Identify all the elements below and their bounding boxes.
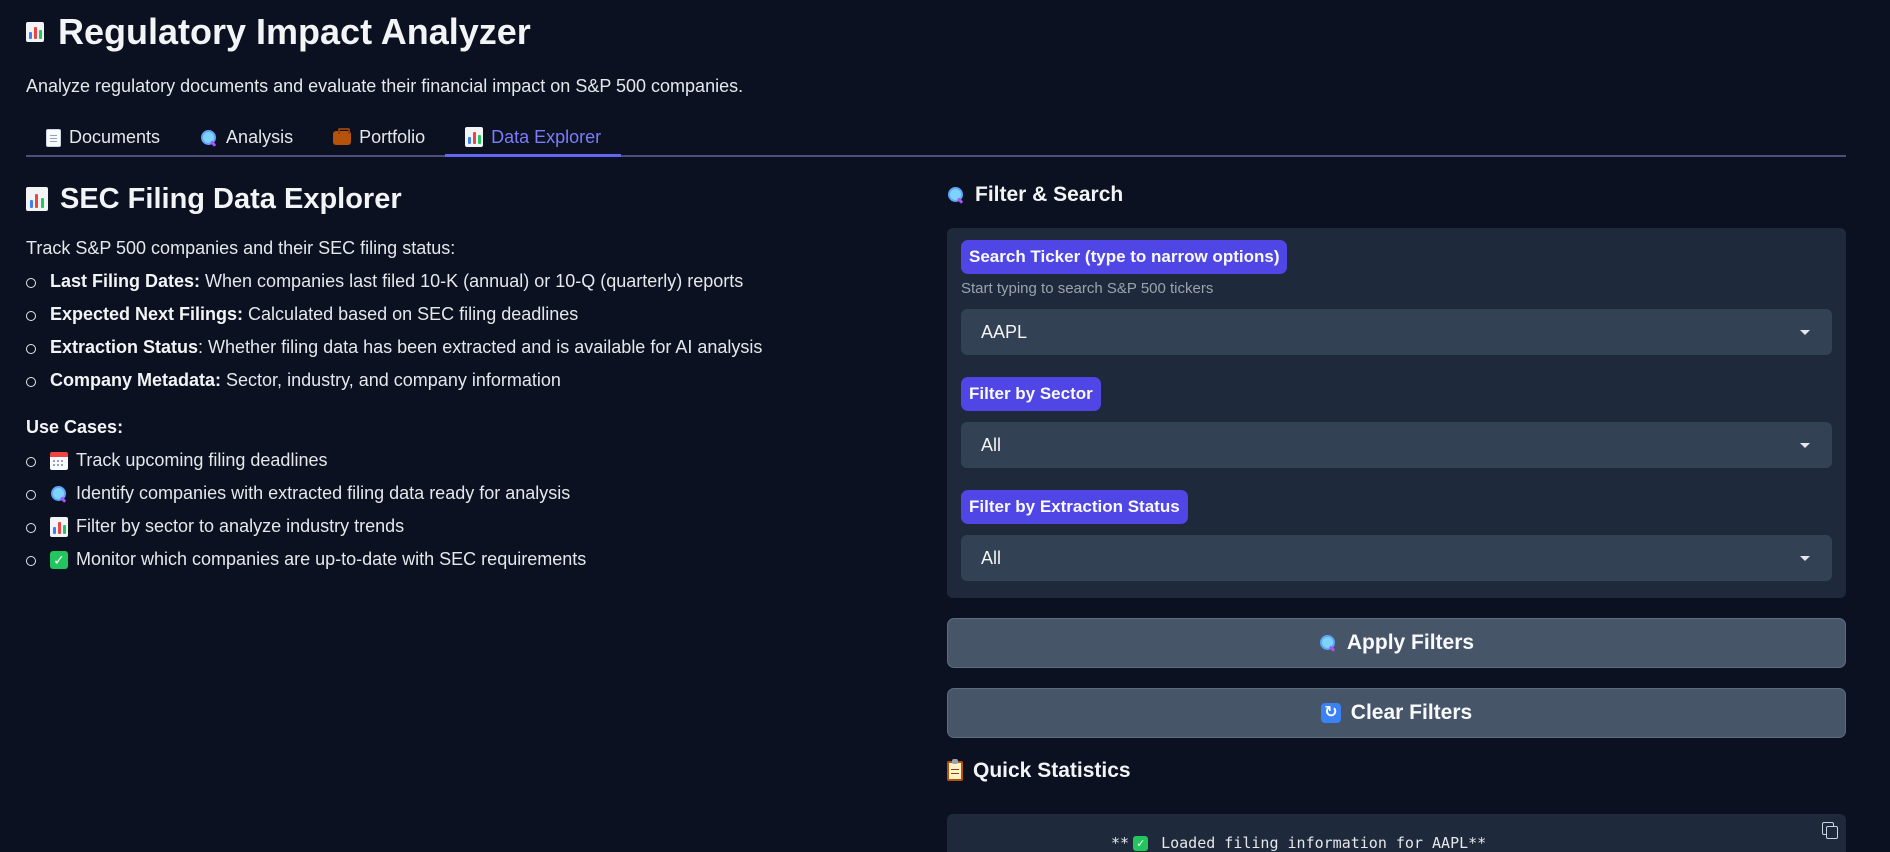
- app-subtitle: Analyze regulatory documents and evaluat…: [26, 76, 744, 96]
- tab-data-explorer[interactable]: Data Explorer: [445, 120, 622, 157]
- bar-chart-icon: [26, 187, 48, 211]
- filter-title: Filter & Search: [947, 180, 1846, 210]
- clear-filters-label: Clear Filters: [1350, 701, 1473, 724]
- search-icon: [50, 485, 68, 503]
- status-label: Filter by Extraction Status: [961, 490, 1188, 524]
- section-title-text: SEC Filing Data Explorer: [60, 183, 402, 215]
- ticker-hint: Start typing to search S&P 500 tickers: [961, 280, 1214, 297]
- tab-label: Analysis: [226, 127, 294, 147]
- use-cases-title: Use Cases:: [26, 417, 124, 437]
- bar-chart-icon: [465, 127, 484, 147]
- briefcase-icon: [333, 127, 352, 145]
- sector-label: Filter by Sector: [961, 377, 1101, 411]
- sector-select[interactable]: All: [961, 422, 1832, 468]
- list-item: Last Filing Dates: When companies last f…: [26, 265, 906, 298]
- app: Regulatory Impact Analyzer Analyze regul…: [26, 0, 1846, 852]
- sector-value: All: [981, 434, 1002, 455]
- feature-list: Last Filing Dates: When companies last f…: [26, 265, 906, 397]
- ticker-select[interactable]: AAPL: [961, 309, 1832, 355]
- extraction-status-select[interactable]: All: [961, 535, 1832, 581]
- copy-icon[interactable]: [1820, 820, 1838, 839]
- calendar-icon: [50, 451, 68, 470]
- search-icon: [1319, 634, 1337, 652]
- apply-filters-label: Apply Filters: [1346, 631, 1475, 654]
- refresh-icon: ↻: [1320, 703, 1341, 723]
- tab-analysis[interactable]: Analysis: [180, 120, 313, 155]
- list-item: Extraction Status: Whether filing data h…: [26, 331, 906, 364]
- ticker-value: AAPL: [981, 321, 1028, 342]
- bar-chart-icon: [26, 22, 44, 42]
- app-title-text: Regulatory Impact Analyzer: [58, 11, 531, 52]
- chevron-down-icon: [1800, 442, 1810, 448]
- clear-filters-button[interactable]: ↻ Clear Filters: [947, 688, 1846, 738]
- list-item: Identify companies with extracted filing…: [26, 477, 906, 510]
- filter-column: Filter & Search Search Ticker (type to n…: [947, 180, 1846, 852]
- use-case-list: Track upcoming filing deadlines Identify…: [26, 444, 906, 576]
- search-icon: [200, 129, 218, 147]
- clipboard-icon: [947, 759, 963, 781]
- tab-label: Documents: [69, 127, 161, 147]
- tab-bar: Documents Analysis Portfolio Data Explor…: [26, 120, 1846, 157]
- apply-filters-button[interactable]: Apply Filters: [947, 618, 1846, 668]
- list-item: Expected Next Filings: Calculated based …: [26, 298, 906, 331]
- list-item: Company Metadata: Sector, industry, and …: [26, 364, 906, 397]
- check-icon: ✓: [1133, 835, 1149, 851]
- list-item: Track upcoming filing deadlines: [26, 444, 906, 477]
- stats-title: Quick Statistics: [947, 756, 1846, 786]
- bar-chart-icon: [50, 516, 68, 537]
- stats-line: ** ✓ Loaded filing information for AAPL*…: [1111, 834, 1487, 852]
- check-icon: ✓: [50, 550, 68, 569]
- explorer-description: SEC Filing Data Explorer Track S&P 500 c…: [26, 180, 906, 576]
- ticker-label: Search Ticker (type to narrow options): [961, 240, 1288, 274]
- section-title: SEC Filing Data Explorer: [26, 180, 906, 218]
- list-item: ✓ Monitor which companies are up-to-date…: [26, 543, 906, 576]
- stats-code-block: ** ✓ Loaded filing information for AAPL*…: [947, 814, 1846, 852]
- chevron-down-icon: [1800, 555, 1810, 561]
- app-title: Regulatory Impact Analyzer: [26, 10, 531, 54]
- filter-panel: Search Ticker (type to narrow options) S…: [947, 228, 1846, 598]
- tab-documents[interactable]: Documents: [26, 120, 180, 155]
- tab-label: Data Explorer: [491, 126, 602, 147]
- tab-portfolio[interactable]: Portfolio: [313, 120, 445, 155]
- chevron-down-icon: [1800, 329, 1810, 335]
- intro-text: Track S&P 500 companies and their SEC fi…: [26, 238, 456, 258]
- list-item: Filter by sector to analyze industry tre…: [26, 510, 906, 543]
- document-icon: [46, 128, 61, 147]
- search-icon: [947, 186, 965, 204]
- status-value: All: [981, 547, 1002, 568]
- tab-label: Portfolio: [359, 127, 426, 147]
